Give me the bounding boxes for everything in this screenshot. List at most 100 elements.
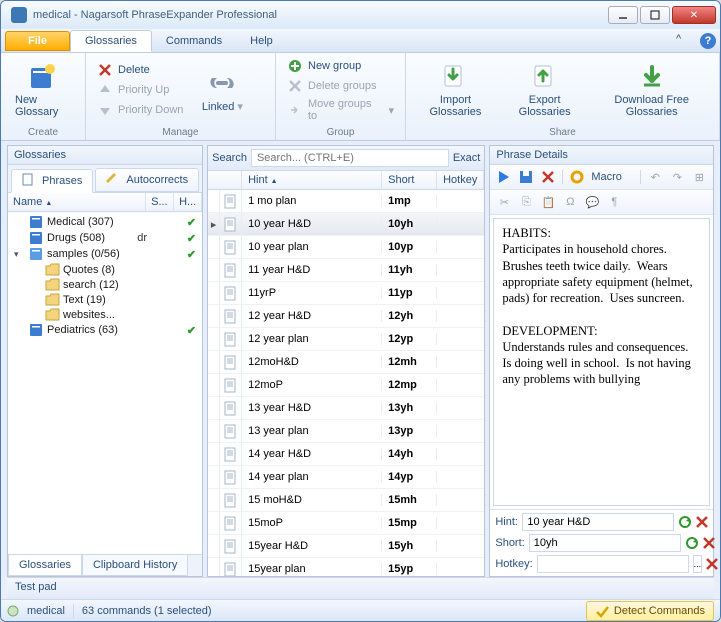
row-selector[interactable]: [208, 305, 220, 327]
table-row[interactable]: 1 mo plan1mp: [208, 190, 484, 213]
priority-down-button[interactable]: Priority Down: [94, 101, 186, 119]
ribbon-toggle-icon[interactable]: ^: [676, 33, 692, 49]
new-glossary-button[interactable]: New Glossary: [9, 60, 77, 120]
hint-field[interactable]: [522, 513, 674, 531]
short-refresh-icon[interactable]: [685, 534, 699, 552]
row-selector[interactable]: [208, 512, 220, 534]
autocorrects-tab[interactable]: Autocorrects: [95, 168, 199, 192]
row-selector[interactable]: [208, 466, 220, 488]
tree-row[interactable]: Pediatrics (63)✔: [10, 322, 200, 338]
short-clear-icon[interactable]: [703, 534, 715, 552]
play-icon[interactable]: [496, 169, 512, 185]
hint-clear-icon[interactable]: [696, 513, 708, 531]
import-glossaries-button[interactable]: Import Glossaries: [414, 60, 497, 120]
phrases-tab[interactable]: Phrases: [11, 169, 93, 193]
bubble-icon[interactable]: 💬: [584, 194, 600, 210]
col-hint[interactable]: Hint: [242, 171, 382, 189]
hint-refresh-icon[interactable]: [678, 513, 692, 531]
tab-glossaries[interactable]: Glossaries: [70, 30, 152, 52]
tree-row[interactable]: Drugs (508) dr✔: [10, 230, 200, 246]
omega-icon[interactable]: Ω: [562, 194, 578, 210]
linked-button[interactable]: Linked ▾: [192, 66, 252, 115]
delete-button[interactable]: Delete: [94, 61, 186, 79]
table-row[interactable]: 10 year plan10yp: [208, 236, 484, 259]
table-row[interactable]: 15year H&D15yh: [208, 535, 484, 558]
table-row[interactable]: 14 year plan14yp: [208, 466, 484, 489]
table-row[interactable]: 15moP15mp: [208, 512, 484, 535]
phrase-grid[interactable]: 1 mo plan1mp▸10 year H&D10yh10 year plan…: [208, 190, 484, 576]
row-selector[interactable]: [208, 282, 220, 304]
table-row[interactable]: 15 moH&D15mh: [208, 489, 484, 512]
save-icon[interactable]: [518, 169, 534, 185]
priority-up-button[interactable]: Priority Up: [94, 81, 186, 99]
table-row[interactable]: 12moH&D12mh: [208, 351, 484, 374]
exact-label[interactable]: Exact: [453, 152, 481, 164]
paste-icon[interactable]: 📋: [540, 194, 556, 210]
col-short[interactable]: Short: [382, 171, 437, 189]
minimize-button[interactable]: [608, 6, 638, 24]
tree-row[interactable]: search (12): [10, 277, 200, 292]
row-selector[interactable]: [208, 558, 220, 576]
table-row[interactable]: 13 year plan13yp: [208, 420, 484, 443]
tab-commands[interactable]: Commands: [152, 31, 236, 51]
short-field[interactable]: [529, 534, 681, 552]
table-row[interactable]: 13 year H&D13yh: [208, 397, 484, 420]
table-row[interactable]: 12 year plan12yp: [208, 328, 484, 351]
col-s[interactable]: S...: [146, 193, 174, 211]
hotkey-clear-icon[interactable]: [706, 555, 718, 573]
col-name[interactable]: Name: [8, 193, 146, 211]
bottom-tab-glossaries[interactable]: Glossaries: [8, 555, 82, 576]
tree-row[interactable]: websites...: [10, 307, 200, 322]
hotkey-browse-icon[interactable]: ...: [693, 555, 703, 573]
tree-row[interactable]: ▾samples (0/56)✔: [10, 246, 200, 262]
delete-icon[interactable]: [540, 169, 556, 185]
hotkey-field[interactable]: [537, 555, 689, 573]
row-selector[interactable]: [208, 374, 220, 396]
help-icon[interactable]: ?: [700, 33, 716, 49]
gear-icon[interactable]: [569, 169, 585, 185]
tree-row[interactable]: Text (19): [10, 292, 200, 307]
maximize-button[interactable]: [640, 6, 670, 24]
export-glossaries-button[interactable]: Export Glossaries: [503, 60, 586, 120]
detect-commands-button[interactable]: Detect Commands: [586, 601, 714, 621]
macro-button[interactable]: Macro: [591, 171, 622, 183]
expand-icon[interactable]: ⊞: [691, 169, 707, 185]
testpad-bar[interactable]: Test pad: [7, 577, 714, 599]
download-glossaries-button[interactable]: Download Free Glossaries: [592, 60, 711, 120]
move-groups-button[interactable]: Move groups to ▾: [284, 97, 397, 123]
row-selector[interactable]: [208, 443, 220, 465]
close-button[interactable]: ✕: [672, 6, 716, 24]
row-selector[interactable]: ▸: [208, 213, 220, 235]
table-row[interactable]: 11 year H&D11yh: [208, 259, 484, 282]
row-selector[interactable]: [208, 351, 220, 373]
new-group-button[interactable]: New group: [284, 57, 397, 75]
undo-icon[interactable]: ↶: [647, 169, 663, 185]
table-row[interactable]: ▸10 year H&D10yh: [208, 213, 484, 236]
row-selector[interactable]: [208, 328, 220, 350]
col-hotkey[interactable]: Hotkey: [437, 171, 484, 189]
row-selector[interactable]: [208, 420, 220, 442]
pilcrow-icon[interactable]: ¶: [606, 194, 622, 210]
row-selector[interactable]: [208, 190, 220, 212]
search-input[interactable]: [251, 149, 449, 167]
col-h[interactable]: H...: [174, 193, 202, 211]
bottom-tab-clipboard[interactable]: Clipboard History: [82, 555, 188, 576]
copy-icon[interactable]: ⎘: [518, 194, 534, 210]
cut-icon[interactable]: ✂: [496, 194, 512, 210]
table-row[interactable]: 12moP12mp: [208, 374, 484, 397]
tree-row[interactable]: Medical (307)✔: [10, 214, 200, 230]
glossary-tree[interactable]: Medical (307)✔ Drugs (508) dr✔▾samples (…: [8, 212, 202, 554]
table-row[interactable]: 14 year H&D14yh: [208, 443, 484, 466]
table-row[interactable]: 11yrP11yp: [208, 282, 484, 305]
table-row[interactable]: 15year plan15yp: [208, 558, 484, 576]
file-menu[interactable]: File: [5, 31, 70, 51]
tree-row[interactable]: Quotes (8): [10, 262, 200, 277]
row-selector[interactable]: [208, 259, 220, 281]
row-selector[interactable]: [208, 489, 220, 511]
table-row[interactable]: 12 year H&D12yh: [208, 305, 484, 328]
delete-groups-button[interactable]: Delete groups: [284, 77, 397, 95]
row-selector[interactable]: [208, 236, 220, 258]
row-selector[interactable]: [208, 397, 220, 419]
row-selector[interactable]: [208, 535, 220, 557]
tab-help[interactable]: Help: [236, 31, 287, 51]
